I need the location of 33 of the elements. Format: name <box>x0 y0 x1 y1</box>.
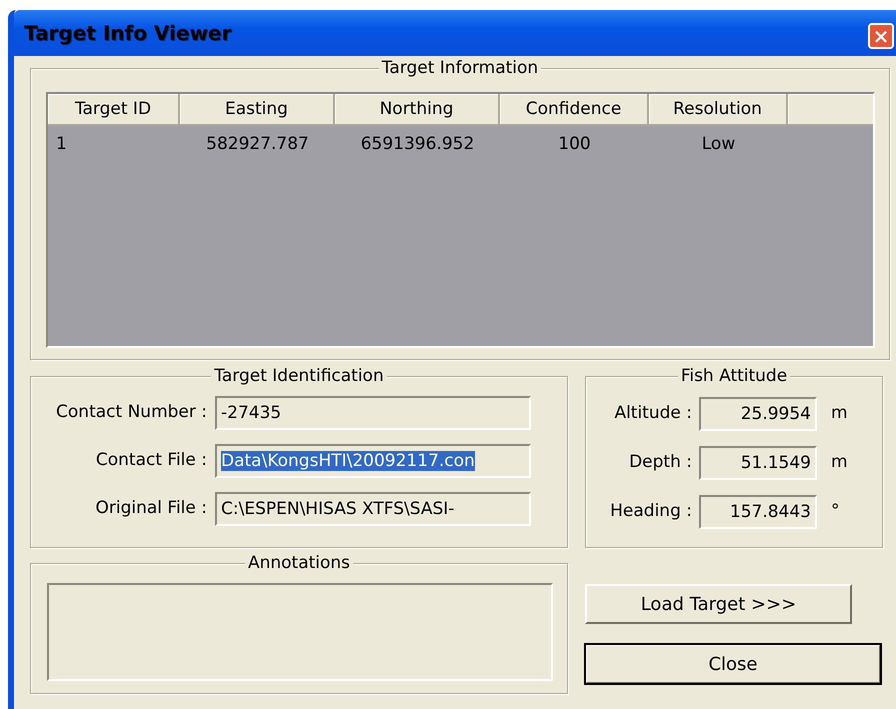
column-header[interactable]: Easting <box>180 94 335 126</box>
input-field[interactable]: -27435 <box>215 396 531 430</box>
unit-label: m <box>831 402 848 426</box>
window-title: Target Info Viewer <box>24 20 232 47</box>
group-title: Target Identification <box>211 366 387 386</box>
column-header[interactable]: Northing <box>335 94 500 126</box>
table-cell: Low <box>702 134 736 154</box>
table-cell: 582927.787 <box>206 134 309 154</box>
input-field[interactable]: C:\ESPEN\HISAS XTFS\SASI- <box>215 492 531 526</box>
annotations-field[interactable] <box>47 583 553 681</box>
field-label: Contact File : <box>94 449 208 472</box>
field-label: Contact Number : <box>55 401 208 424</box>
table-cell: 100 <box>558 134 591 154</box>
unit-label: m <box>831 451 848 474</box>
close-button[interactable]: × <box>868 23 894 49</box>
field-label: Depth : <box>628 451 693 474</box>
column-header[interactable]: Target ID <box>48 94 180 126</box>
table-cell: 1 <box>56 134 67 154</box>
field-label: Altitude : <box>613 402 693 426</box>
input-field[interactable]: 25.9954 <box>699 397 817 431</box>
input-field[interactable]: Data\KongsHTI\20092117.con <box>215 444 531 478</box>
unit-label: ° <box>831 500 840 524</box>
input-field[interactable]: 51.1549 <box>699 446 817 480</box>
column-header[interactable]: Resolution <box>649 94 788 126</box>
dialog-button[interactable]: Close <box>585 644 881 684</box>
column-header[interactable]: Confidence <box>500 94 649 126</box>
input-field[interactable]: 157.8443 <box>699 495 817 529</box>
target-list[interactable]: Target ID Easting Northing Confidence Resolution 1 582927.787 6591396.952 100 Low <box>46 92 875 348</box>
field-label: Heading : <box>609 500 693 524</box>
table-cell: 6591396.952 <box>360 134 474 154</box>
group-title: Target Information <box>378 58 542 78</box>
dialog-button[interactable]: Load Target >>> <box>585 584 852 624</box>
field-label: Original File : <box>94 497 208 520</box>
